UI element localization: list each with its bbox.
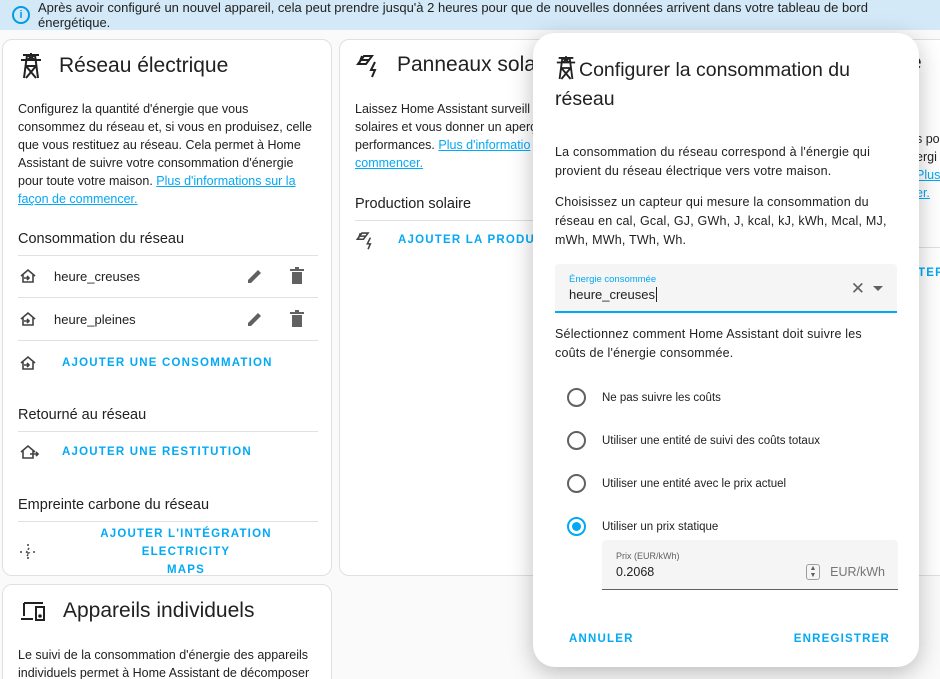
energy-field-value[interactable]: heure_creuses: [569, 287, 657, 302]
price-field-value[interactable]: 0.2068: [616, 565, 654, 579]
radio-button[interactable]: [567, 431, 586, 450]
configure-grid-dialog: Configurer la consommation du réseau La …: [533, 33, 919, 667]
dialog-intro-text: La consommation du réseau correspond à l…: [555, 145, 871, 178]
cost-option-total-entity[interactable]: Utiliser une entité de suivi des coûts t…: [567, 431, 820, 450]
clear-icon[interactable]: ✕: [851, 279, 865, 299]
energy-field-label: Énergie consommée: [569, 274, 657, 285]
energy-entity-combobox[interactable]: Énergie consommée heure_creuses ✕: [555, 264, 897, 313]
price-unit-suffix: EUR/kWh: [830, 565, 885, 579]
price-field-label: Prix (EUR/kWh): [616, 551, 680, 561]
radio-button-selected[interactable]: [567, 517, 586, 536]
dialog-sensor-hint: Choisissez un capteur qui mesure la cons…: [555, 195, 887, 247]
radio-button[interactable]: [567, 388, 586, 407]
number-stepper-icon[interactable]: ▲ ▼: [806, 564, 820, 580]
transmission-tower-icon: [556, 56, 576, 80]
save-button[interactable]: ENREGISTRER: [794, 633, 890, 645]
radio-label: Utiliser une entité avec le prix actuel: [602, 477, 787, 490]
cost-option-static-price[interactable]: Utiliser un prix statique: [567, 517, 718, 536]
radio-label: Ne pas suivre les coûts: [602, 391, 721, 404]
dialog-title-text: Configurer la consommation du réseau: [555, 59, 850, 110]
static-price-input[interactable]: Prix (EUR/kWh) 0.2068 ▲ ▼ EUR/kWh: [602, 540, 898, 590]
dropdown-arrow-icon[interactable]: [873, 286, 883, 291]
cancel-button[interactable]: ANNULER: [569, 633, 634, 645]
radio-label: Utiliser une entité de suivi des coûts t…: [602, 434, 820, 447]
dialog-cost-hint: Sélectionnez comment Home Assistant doit…: [555, 327, 862, 360]
radio-label: Utiliser un prix statique: [602, 520, 719, 533]
dialog-title: Configurer la consommation du réseau: [555, 55, 885, 114]
cost-option-none[interactable]: Ne pas suivre les coûts: [567, 388, 721, 407]
cost-option-price-entity[interactable]: Utiliser une entité avec le prix actuel: [567, 474, 786, 493]
radio-button[interactable]: [567, 474, 586, 493]
